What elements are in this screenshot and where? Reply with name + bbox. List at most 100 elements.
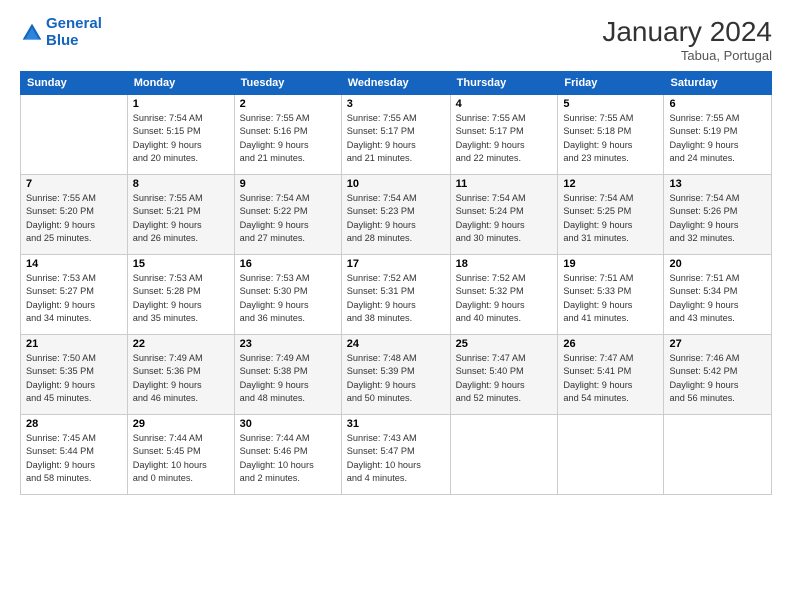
day-number: 20 [669,258,766,270]
day-number: 6 [669,98,766,110]
day-cell: 18 Sunrise: 7:52 AMSunset: 5:32 PMDayligh… [450,255,558,335]
header-friday: Friday [558,72,664,95]
week-row-2: 7Sunrise: 7:55 AMSunset: 5:20 PMDaylight… [21,175,772,255]
day-number: 2 [240,98,336,110]
logo: General Blue [20,16,102,49]
day-info: Sunrise: 7:53 AMSunset: 5:27 PMDaylight:… [26,272,122,325]
day-cell: 3Sunrise: 7:55 AMSunset: 5:17 PMDaylight… [341,95,450,175]
day-cell: 25 Sunrise: 7:47 AMSunset: 5:40 PMDayligh… [450,335,558,415]
day-info: Sunrise: 7:53 AMSunset: 5:28 PMDaylight:… [133,272,229,325]
day-info: Sunrise: 7:44 AMSunset: 5:46 PMDaylight:… [240,432,336,485]
day-info: Sunrise: 7:51 AMSunset: 5:34 PMDaylight:… [669,272,766,325]
header: General Blue January 2024 Tabua, Portuga… [20,16,772,63]
day-cell: 24 Sunrise: 7:48 AMSunset: 5:39 PMDayligh… [341,335,450,415]
day-cell: 28 Sunrise: 7:45 AMSunset: 5:44 PMDayligh… [21,415,128,495]
day-cell: 10Sunrise: 7:54 AMSunset: 5:23 PMDayligh… [341,175,450,255]
day-info: Sunrise: 7:55 AMSunset: 5:17 PMDaylight:… [456,112,553,165]
day-number: 13 [669,178,766,190]
day-info: Sunrise: 7:50 AMSunset: 5:35 PMDaylight:… [26,352,122,405]
month-title: January 2024 [602,16,772,48]
day-number: 22 [133,338,229,350]
week-row-3: 14 Sunrise: 7:53 AMSunset: 5:27 PMDayligh… [21,255,772,335]
header-monday: Monday [127,72,234,95]
day-number: 24 [347,338,445,350]
day-cell: 4 Sunrise: 7:55 AMSunset: 5:17 PMDaylight… [450,95,558,175]
day-info: Sunrise: 7:55 AMSunset: 5:19 PMDaylight:… [669,112,766,165]
day-number: 11 [456,178,553,190]
day-number: 18 [456,258,553,270]
header-row: SundayMondayTuesdayWednesdayThursdayFrid… [21,72,772,95]
location: Tabua, Portugal [602,48,772,63]
day-cell [558,415,664,495]
day-info: Sunrise: 7:54 AMSunset: 5:22 PMDaylight:… [240,192,336,245]
logo-icon [20,21,44,45]
day-cell: 5Sunrise: 7:55 AMSunset: 5:18 PMDaylight… [558,95,664,175]
header-sunday: Sunday [21,72,128,95]
day-info: Sunrise: 7:47 AMSunset: 5:41 PMDaylight:… [563,352,658,405]
day-cell [21,95,128,175]
day-cell: 7Sunrise: 7:55 AMSunset: 5:20 PMDaylight… [21,175,128,255]
day-number: 16 [240,258,336,270]
day-number: 4 [456,98,553,110]
day-cell: 21 Sunrise: 7:50 AMSunset: 5:35 PMDayligh… [21,335,128,415]
day-info: Sunrise: 7:54 AMSunset: 5:15 PMDaylight:… [133,112,229,165]
day-info: Sunrise: 7:55 AMSunset: 5:17 PMDaylight:… [347,112,445,165]
day-number: 21 [26,338,122,350]
day-info: Sunrise: 7:55 AMSunset: 5:20 PMDaylight:… [26,192,122,245]
day-cell [450,415,558,495]
day-cell: 22 Sunrise: 7:49 AMSunset: 5:36 PMDayligh… [127,335,234,415]
day-cell: 1 Sunrise: 7:54 AMSunset: 5:15 PMDaylight… [127,95,234,175]
day-cell [664,415,772,495]
day-number: 19 [563,258,658,270]
day-info: Sunrise: 7:49 AMSunset: 5:38 PMDaylight:… [240,352,336,405]
day-number: 9 [240,178,336,190]
day-number: 5 [563,98,658,110]
header-saturday: Saturday [664,72,772,95]
header-tuesday: Tuesday [234,72,341,95]
week-row-4: 21 Sunrise: 7:50 AMSunset: 5:35 PMDayligh… [21,335,772,415]
week-row-1: 1 Sunrise: 7:54 AMSunset: 5:15 PMDaylight… [21,95,772,175]
day-cell: 27 Sunrise: 7:46 AMSunset: 5:42 PMDayligh… [664,335,772,415]
day-info: Sunrise: 7:55 AMSunset: 5:16 PMDaylight:… [240,112,336,165]
day-info: Sunrise: 7:53 AMSunset: 5:30 PMDaylight:… [240,272,336,325]
day-info: Sunrise: 7:48 AMSunset: 5:39 PMDaylight:… [347,352,445,405]
day-cell: 31Sunrise: 7:43 AMSunset: 5:47 PMDayligh… [341,415,450,495]
day-number: 25 [456,338,553,350]
day-info: Sunrise: 7:52 AMSunset: 5:31 PMDaylight:… [347,272,445,325]
day-cell: 13 Sunrise: 7:54 AMSunset: 5:26 PMDayligh… [664,175,772,255]
day-number: 12 [563,178,658,190]
day-cell: 12 Sunrise: 7:54 AMSunset: 5:25 PMDayligh… [558,175,664,255]
week-row-5: 28 Sunrise: 7:45 AMSunset: 5:44 PMDayligh… [21,415,772,495]
calendar-table: SundayMondayTuesdayWednesdayThursdayFrid… [20,71,772,495]
header-wednesday: Wednesday [341,72,450,95]
calendar-page: General Blue January 2024 Tabua, Portuga… [0,0,792,612]
day-info: Sunrise: 7:51 AMSunset: 5:33 PMDaylight:… [563,272,658,325]
day-number: 28 [26,418,122,430]
day-info: Sunrise: 7:49 AMSunset: 5:36 PMDaylight:… [133,352,229,405]
day-number: 17 [347,258,445,270]
day-info: Sunrise: 7:54 AMSunset: 5:26 PMDaylight:… [669,192,766,245]
day-cell: 8 Sunrise: 7:55 AMSunset: 5:21 PMDaylight… [127,175,234,255]
day-info: Sunrise: 7:46 AMSunset: 5:42 PMDaylight:… [669,352,766,405]
day-number: 29 [133,418,229,430]
day-number: 30 [240,418,336,430]
day-number: 27 [669,338,766,350]
day-number: 23 [240,338,336,350]
day-cell: 16 Sunrise: 7:53 AMSunset: 5:30 PMDayligh… [234,255,341,335]
day-info: Sunrise: 7:55 AMSunset: 5:21 PMDaylight:… [133,192,229,245]
day-number: 8 [133,178,229,190]
day-cell: 20 Sunrise: 7:51 AMSunset: 5:34 PMDayligh… [664,255,772,335]
day-info: Sunrise: 7:45 AMSunset: 5:44 PMDaylight:… [26,432,122,485]
day-cell: 14 Sunrise: 7:53 AMSunset: 5:27 PMDayligh… [21,255,128,335]
day-number: 26 [563,338,658,350]
day-cell: 9 Sunrise: 7:54 AMSunset: 5:22 PMDaylight… [234,175,341,255]
day-info: Sunrise: 7:52 AMSunset: 5:32 PMDaylight:… [456,272,553,325]
day-cell: 30 Sunrise: 7:44 AMSunset: 5:46 PMDayligh… [234,415,341,495]
day-number: 1 [133,98,229,110]
day-cell: 29 Sunrise: 7:44 AMSunset: 5:45 PMDayligh… [127,415,234,495]
day-number: 14 [26,258,122,270]
day-info: Sunrise: 7:54 AMSunset: 5:25 PMDaylight:… [563,192,658,245]
day-cell: 26 Sunrise: 7:47 AMSunset: 5:41 PMDayligh… [558,335,664,415]
day-info: Sunrise: 7:47 AMSunset: 5:40 PMDaylight:… [456,352,553,405]
day-info: Sunrise: 7:44 AMSunset: 5:45 PMDaylight:… [133,432,229,485]
